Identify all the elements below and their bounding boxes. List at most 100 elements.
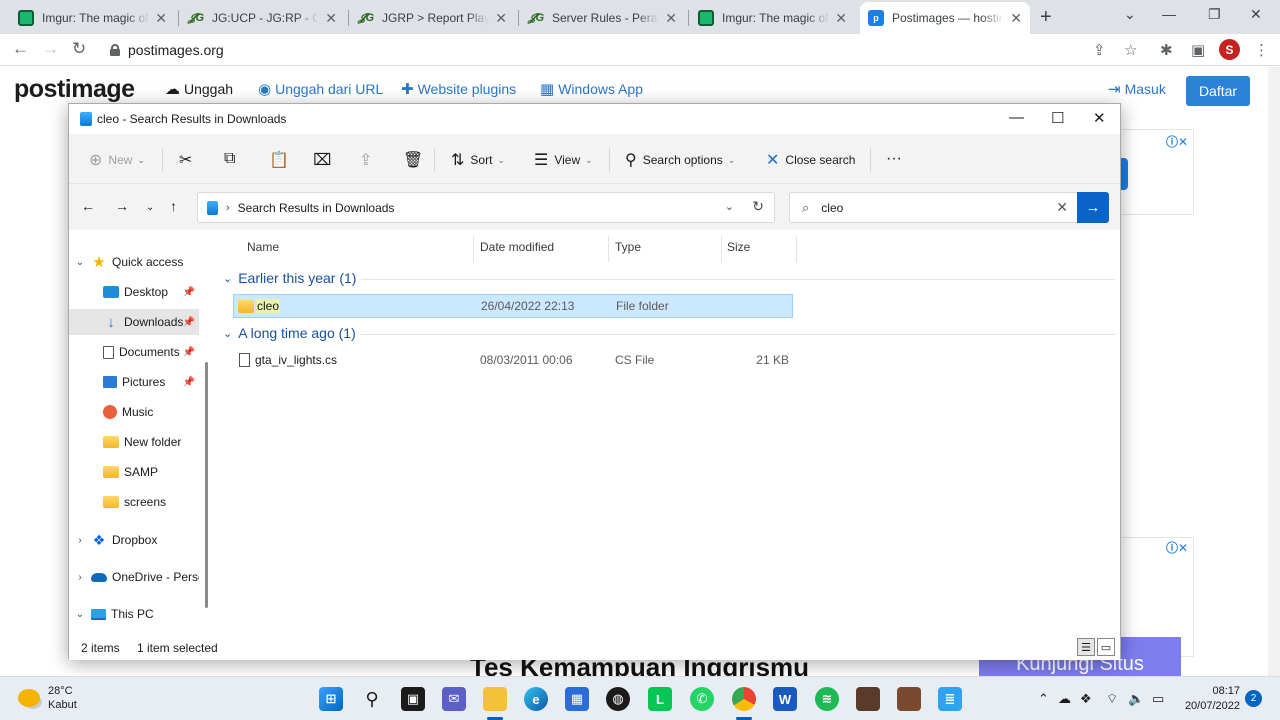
whatsapp-icon[interactable]: ✆	[690, 687, 714, 711]
nav-item-new-folder[interactable]: New folder	[69, 429, 199, 455]
wifi-icon[interactable]: ⌔	[1106, 691, 1118, 707]
breadcrumb[interactable]: Search Results in Downloads	[238, 201, 395, 215]
rename-button[interactable]: ⌧	[313, 150, 337, 170]
search-input[interactable]: ⌕ cleo ✕ →	[789, 192, 1109, 223]
search-options-button[interactable]: ⚲ Search options ⌄	[625, 150, 735, 170]
nav-item-pictures[interactable]: Pictures 📌	[69, 369, 199, 395]
dropbox-tray-icon[interactable]: ❖	[1080, 691, 1092, 707]
bookmark-star-icon[interactable]: ☆	[1124, 41, 1137, 59]
search-go-button[interactable]: →	[1077, 192, 1109, 223]
page-scrollbar[interactable]	[1268, 67, 1280, 676]
chevron-right-icon[interactable]: ›	[69, 535, 91, 546]
explorer-titlebar[interactable]: cleo - Search Results in Downloads — ☐ ✕	[69, 104, 1120, 134]
close-tab-icon[interactable]: ✕	[155, 10, 167, 27]
column-divider[interactable]	[473, 236, 474, 262]
register-button[interactable]: Daftar	[1186, 76, 1250, 106]
app-icon[interactable]: ◍	[606, 687, 630, 711]
chat-icon[interactable]: ✉	[442, 687, 466, 711]
group-header[interactable]: ⌄ A long time ago (1)	[223, 325, 356, 341]
column-divider[interactable]	[608, 236, 609, 262]
start-icon[interactable]: ⊞	[319, 687, 343, 711]
nav-item-desktop[interactable]: Desktop 📌	[69, 279, 199, 305]
profile-avatar[interactable]: S	[1219, 39, 1240, 60]
share-icon[interactable]: ⇪	[1093, 41, 1106, 59]
ad-choices-icon[interactable]: ⓘ✕	[1166, 133, 1188, 150]
nav-item-music[interactable]: Music	[69, 399, 199, 425]
task-view-icon[interactable]: ▣	[401, 687, 425, 711]
column-divider[interactable]	[721, 236, 722, 262]
browser-tab[interactable]: 𝓙G Server Rules - Peratur ✕	[520, 4, 685, 32]
edge-icon[interactable]: e	[524, 687, 548, 711]
nav-item-samp[interactable]: SAMP	[69, 459, 199, 485]
spotify-icon[interactable]: ≋	[815, 687, 839, 711]
share-button[interactable]: ⇪	[359, 150, 378, 170]
chevron-down-icon[interactable]: ⌄	[69, 257, 91, 268]
notification-badge[interactable]: 2	[1245, 690, 1262, 707]
back-arrow-icon[interactable]: ←	[81, 198, 95, 214]
site-logo[interactable]: postimage	[14, 75, 135, 104]
close-tab-icon[interactable]: ✕	[325, 10, 337, 27]
nav-item-downloads[interactable]: ↓ Downloads 📌	[69, 309, 199, 335]
volume-icon[interactable]: 🔈	[1128, 691, 1144, 707]
copy-button[interactable]: ⧉	[224, 150, 241, 168]
notepad-icon[interactable]: ≣	[938, 687, 962, 711]
extensions-icon[interactable]: ✱	[1160, 41, 1173, 59]
file-explorer-icon[interactable]	[483, 687, 507, 711]
details-view-icon[interactable]: ☰	[1077, 638, 1095, 656]
recent-locations-icon[interactable]: ⌄	[146, 202, 154, 213]
close-tab-icon[interactable]: ✕	[665, 10, 677, 27]
nav-item-quick-access[interactable]: ⌄ ★ Quick access	[69, 249, 199, 275]
forward-arrow-icon[interactable]: →	[115, 198, 129, 214]
column-header-size[interactable]: Size	[727, 240, 750, 254]
upload-link[interactable]: ☁ Unggah	[165, 80, 233, 98]
game-icon[interactable]	[897, 687, 921, 711]
upload-url-link[interactable]: ◉ Unggah dari URL	[258, 80, 383, 98]
file-row[interactable]: cleo 26/04/2022 22:13 File folder	[233, 294, 793, 318]
maximize-icon[interactable]: ☐	[1051, 109, 1064, 127]
word-icon[interactable]: W	[773, 687, 797, 711]
chevron-down-icon[interactable]: ⌄	[725, 200, 734, 213]
more-options-button[interactable]: ···	[886, 150, 908, 168]
close-tab-icon[interactable]: ✕	[835, 10, 847, 27]
close-search-button[interactable]: ✕ Close search	[766, 150, 855, 170]
address-bar[interactable]: › Search Results in Downloads ⌄ ↻	[197, 192, 775, 223]
close-window-icon[interactable]: ✕	[1250, 6, 1262, 23]
chevron-up-icon[interactable]: ⌃	[1038, 691, 1049, 707]
weather-widget[interactable]: 28°C Kabut	[18, 684, 77, 712]
search-icon[interactable]: ⚲	[360, 687, 384, 711]
ad-choices-icon[interactable]: ⓘ✕	[1166, 539, 1188, 556]
new-tab-button[interactable]: +	[1040, 6, 1052, 29]
login-link[interactable]: ⇥ Masuk	[1108, 80, 1166, 98]
minimize-icon[interactable]: —	[1009, 109, 1024, 126]
sort-button[interactable]: ⇅ Sort ⌄	[451, 150, 505, 170]
file-row[interactable]: gta_iv_lights.cs 08/03/2011 00:06 CS Fil…	[233, 348, 793, 372]
view-button[interactable]: ☰ View ⌄	[534, 150, 593, 170]
nav-item-this-pc[interactable]: ⌄ This PC	[69, 601, 199, 627]
battery-icon[interactable]: ▭	[1152, 691, 1164, 707]
up-arrow-icon[interactable]: ↑	[170, 198, 177, 214]
side-panel-icon[interactable]: ▣	[1191, 41, 1205, 59]
close-tab-icon[interactable]: ✕	[495, 10, 507, 27]
chevron-right-icon[interactable]: ›	[69, 572, 91, 583]
nav-item-screens[interactable]: screens	[69, 489, 199, 515]
column-header-type[interactable]: Type	[615, 240, 641, 254]
nav-item-dropbox[interactable]: › ❖ Dropbox	[69, 527, 199, 553]
plugins-link[interactable]: ✚ Website plugins	[401, 80, 516, 98]
browser-tab-active[interactable]: p Postimages — hosting ✕	[860, 2, 1030, 34]
browser-tab[interactable]: 𝓙G JG:UCP - JG:RP - Chara ✕	[180, 4, 345, 32]
chevron-down-icon[interactable]: ⌄	[69, 609, 91, 620]
reload-icon[interactable]: ↻	[72, 39, 86, 59]
clock[interactable]: 08:17 20/07/2022	[1176, 684, 1240, 714]
close-icon[interactable]: ✕	[1093, 109, 1106, 127]
omnibox[interactable]: postimages.org	[100, 37, 1150, 63]
clear-search-icon[interactable]: ✕	[1056, 199, 1068, 216]
cut-button[interactable]: ✂	[179, 150, 198, 170]
column-header-name[interactable]: Name	[247, 240, 279, 254]
browser-tab[interactable]: Imgur: The magic of th ✕	[690, 4, 855, 32]
nav-pane-scrollbar[interactable]	[205, 362, 208, 608]
store-icon[interactable]: ▦	[565, 687, 589, 711]
nav-item-documents[interactable]: Documents 📌	[69, 339, 199, 365]
browser-tab[interactable]: 𝓙G JGRP > Report Player ✕	[350, 4, 515, 32]
cloud-icon[interactable]: ☁	[1058, 691, 1071, 707]
column-header-date[interactable]: Date modified	[480, 240, 554, 254]
